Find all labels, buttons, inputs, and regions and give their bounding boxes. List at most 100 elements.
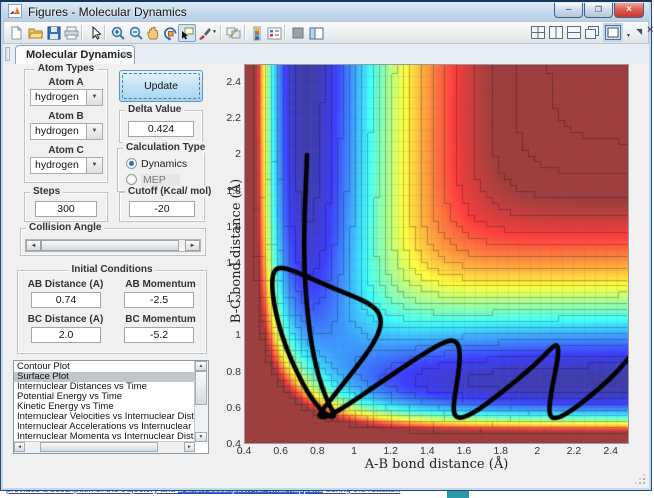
link-plot-icon[interactable] bbox=[224, 24, 242, 42]
maximize-button[interactable]: ❐ bbox=[584, 3, 613, 18]
zoom-in-icon[interactable] bbox=[109, 24, 127, 42]
bc-momentum-field[interactable]: -5.2 bbox=[124, 327, 194, 343]
listbox-item[interactable]: Kinetic Energy vs Time bbox=[14, 402, 194, 412]
bc-momentum-label: BC Momentum bbox=[113, 314, 208, 325]
tab-molecular-dynamics[interactable]: Molecular Dynamics × bbox=[15, 45, 135, 64]
background-page-teal-block bbox=[447, 491, 469, 498]
window-title: Figures - Molecular Dynamics bbox=[28, 5, 187, 19]
vscroll-thumb[interactable] bbox=[195, 371, 207, 405]
dynamics-radio-label[interactable]: Dynamics bbox=[141, 158, 187, 170]
listbox-item[interactable]: Surface Plot bbox=[14, 372, 194, 382]
initial-conditions-title: Initial Conditions bbox=[68, 264, 155, 275]
close-tab-icon[interactable]: × bbox=[647, 24, 653, 36]
brush-dropdown-caret[interactable]: ▼ bbox=[212, 26, 217, 38]
atom-a-label: Atom A bbox=[25, 77, 107, 88]
rotate-3d-icon[interactable] bbox=[161, 24, 179, 42]
atom-types-title: Atom Types bbox=[35, 63, 98, 74]
new-figure-icon[interactable] bbox=[7, 24, 25, 42]
chevron-down-icon[interactable]: ▼ bbox=[86, 124, 102, 139]
dynamics-radio[interactable] bbox=[126, 158, 137, 169]
layout-grid-icon[interactable] bbox=[531, 26, 545, 39]
steps-title: Steps bbox=[30, 186, 63, 197]
delta-value-panel: Delta Value 0.424 bbox=[119, 110, 203, 143]
slider-thumb[interactable] bbox=[41, 240, 179, 251]
figure-content: Atom Types Atom A hydrogen▼ Atom B hydro… bbox=[3, 64, 649, 488]
chevron-down-icon[interactable]: ▼ bbox=[86, 90, 102, 105]
atom-b-label: Atom B bbox=[25, 111, 107, 122]
layout-caret[interactable]: ▼ bbox=[626, 30, 631, 42]
save-figure-icon[interactable] bbox=[45, 24, 63, 42]
update-button[interactable]: Update bbox=[119, 70, 203, 102]
steps-field[interactable]: 300 bbox=[35, 201, 97, 217]
zoom-out-icon[interactable] bbox=[127, 24, 145, 42]
atom-c-combo[interactable]: hydrogen▼ bbox=[30, 157, 103, 174]
ab-distance-field[interactable]: 0.74 bbox=[31, 292, 101, 308]
insert-legend-icon[interactable] bbox=[265, 24, 283, 42]
listbox-item[interactable]: Contour Plot bbox=[14, 362, 194, 372]
background-page-highlighted-text: a short description for what happens bbox=[178, 491, 323, 494]
mep-radio[interactable] bbox=[126, 174, 137, 185]
ab-distance-label: AB Distance (A) bbox=[18, 279, 113, 290]
cutoff-panel: Cutoff (Kcal/ mol) -20 bbox=[119, 192, 205, 222]
atom-types-panel: Atom Types Atom A hydrogen▼ Atom B hydro… bbox=[24, 69, 108, 183]
listbox-item[interactable]: Potential Energy vs Time bbox=[14, 392, 194, 402]
resize-grip[interactable] bbox=[635, 474, 645, 484]
y-axis-label: B-C bond distance (Å) bbox=[229, 131, 243, 371]
chevron-down-icon[interactable]: ▼ bbox=[86, 158, 102, 173]
layout-cascade-icon[interactable] bbox=[585, 26, 599, 39]
scroll-left-icon[interactable]: ◄ bbox=[14, 442, 25, 452]
atom-b-combo[interactable]: hydrogen▼ bbox=[30, 123, 103, 140]
figure-toolbar: ▼ ▼ ◥ × bbox=[3, 21, 649, 44]
minimize-button[interactable]: – bbox=[554, 3, 583, 18]
slider-right-arrow-icon[interactable]: ► bbox=[185, 240, 200, 251]
collision-angle-title: Collision Angle bbox=[26, 222, 104, 233]
bc-distance-field[interactable]: 2.0 bbox=[31, 327, 101, 343]
listbox-item[interactable]: Internuclear Velocities vs Internuclear … bbox=[14, 412, 194, 422]
scroll-up-icon[interactable]: ▲ bbox=[195, 361, 207, 371]
collision-angle-slider[interactable]: ◄ ► bbox=[25, 239, 201, 252]
background-page-text: provides a description of the trajectory… bbox=[6, 491, 178, 494]
undock-icon[interactable]: ◥ bbox=[636, 26, 642, 38]
plot-type-listbox[interactable]: Contour Plot Surface Plot Internuclear D… bbox=[13, 360, 209, 454]
plot-browser-icon[interactable] bbox=[289, 24, 307, 42]
edit-arrow-icon[interactable] bbox=[86, 24, 104, 42]
open-file-icon[interactable] bbox=[26, 24, 44, 42]
tab-close-icon[interactable]: × bbox=[122, 49, 128, 61]
listbox-item[interactable]: Internuclear Accelerations vs Internucle… bbox=[14, 422, 194, 432]
atom-a-combo[interactable]: hydrogen▼ bbox=[30, 89, 103, 106]
print-figure-icon[interactable] bbox=[62, 24, 80, 42]
slider-left-arrow-icon[interactable]: ◄ bbox=[26, 240, 41, 251]
x-axis-label: A-B bond distance (Å) bbox=[244, 457, 629, 472]
tab-label: Molecular Dynamics bbox=[26, 49, 132, 61]
cutoff-field[interactable]: -20 bbox=[129, 201, 195, 217]
steps-panel: Steps 300 bbox=[24, 192, 108, 222]
collision-angle-panel: Collision Angle ◄ ► bbox=[20, 228, 206, 256]
insert-colorbar-icon[interactable] bbox=[248, 24, 266, 42]
scroll-down-icon[interactable]: ▼ bbox=[195, 432, 207, 442]
x-axis-ticks: 0.4 0.6 0.8 1 1.2 1.4 1.6 1.8 2 2.2 2.4 bbox=[244, 445, 629, 457]
tab-bar: Molecular Dynamics × bbox=[3, 44, 649, 65]
background-page-strip: provides a description of the trajectory… bbox=[0, 491, 654, 498]
initial-conditions-panel: Initial Conditions AB Distance (A) AB Mo… bbox=[17, 270, 207, 354]
data-cursor-icon[interactable] bbox=[178, 24, 196, 42]
title-bar[interactable]: Figures - Molecular Dynamics – ❐ × bbox=[3, 2, 649, 21]
pan-hand-icon[interactable] bbox=[144, 24, 162, 42]
delta-value-field[interactable]: 0.424 bbox=[128, 121, 194, 137]
matlab-logo-icon bbox=[8, 4, 22, 18]
pes-canvas[interactable] bbox=[244, 64, 629, 444]
ab-momentum-field[interactable]: -2.5 bbox=[124, 292, 194, 308]
cutoff-title: Cutoff (Kcal/ mol) bbox=[125, 186, 214, 197]
listbox-item[interactable]: Internuclear Distances vs Time bbox=[14, 382, 194, 392]
layout-single-icon[interactable] bbox=[605, 25, 621, 40]
property-editor-icon[interactable] bbox=[307, 24, 325, 42]
scroll-right-icon[interactable]: ► bbox=[184, 442, 195, 452]
close-button[interactable]: × bbox=[614, 3, 644, 18]
atom-c-label: Atom C bbox=[25, 145, 107, 156]
delta-value-title: Delta Value bbox=[125, 104, 184, 115]
hscroll-thumb[interactable] bbox=[40, 442, 158, 452]
listbox-vertical-scrollbar[interactable]: ▲ ▼ bbox=[194, 361, 208, 442]
tabbar-grip[interactable] bbox=[5, 47, 10, 61]
listbox-horizontal-scrollbar[interactable]: ◄ ► bbox=[14, 441, 195, 453]
layout-columns-icon[interactable] bbox=[549, 26, 563, 39]
layout-rows-icon[interactable] bbox=[567, 26, 581, 39]
